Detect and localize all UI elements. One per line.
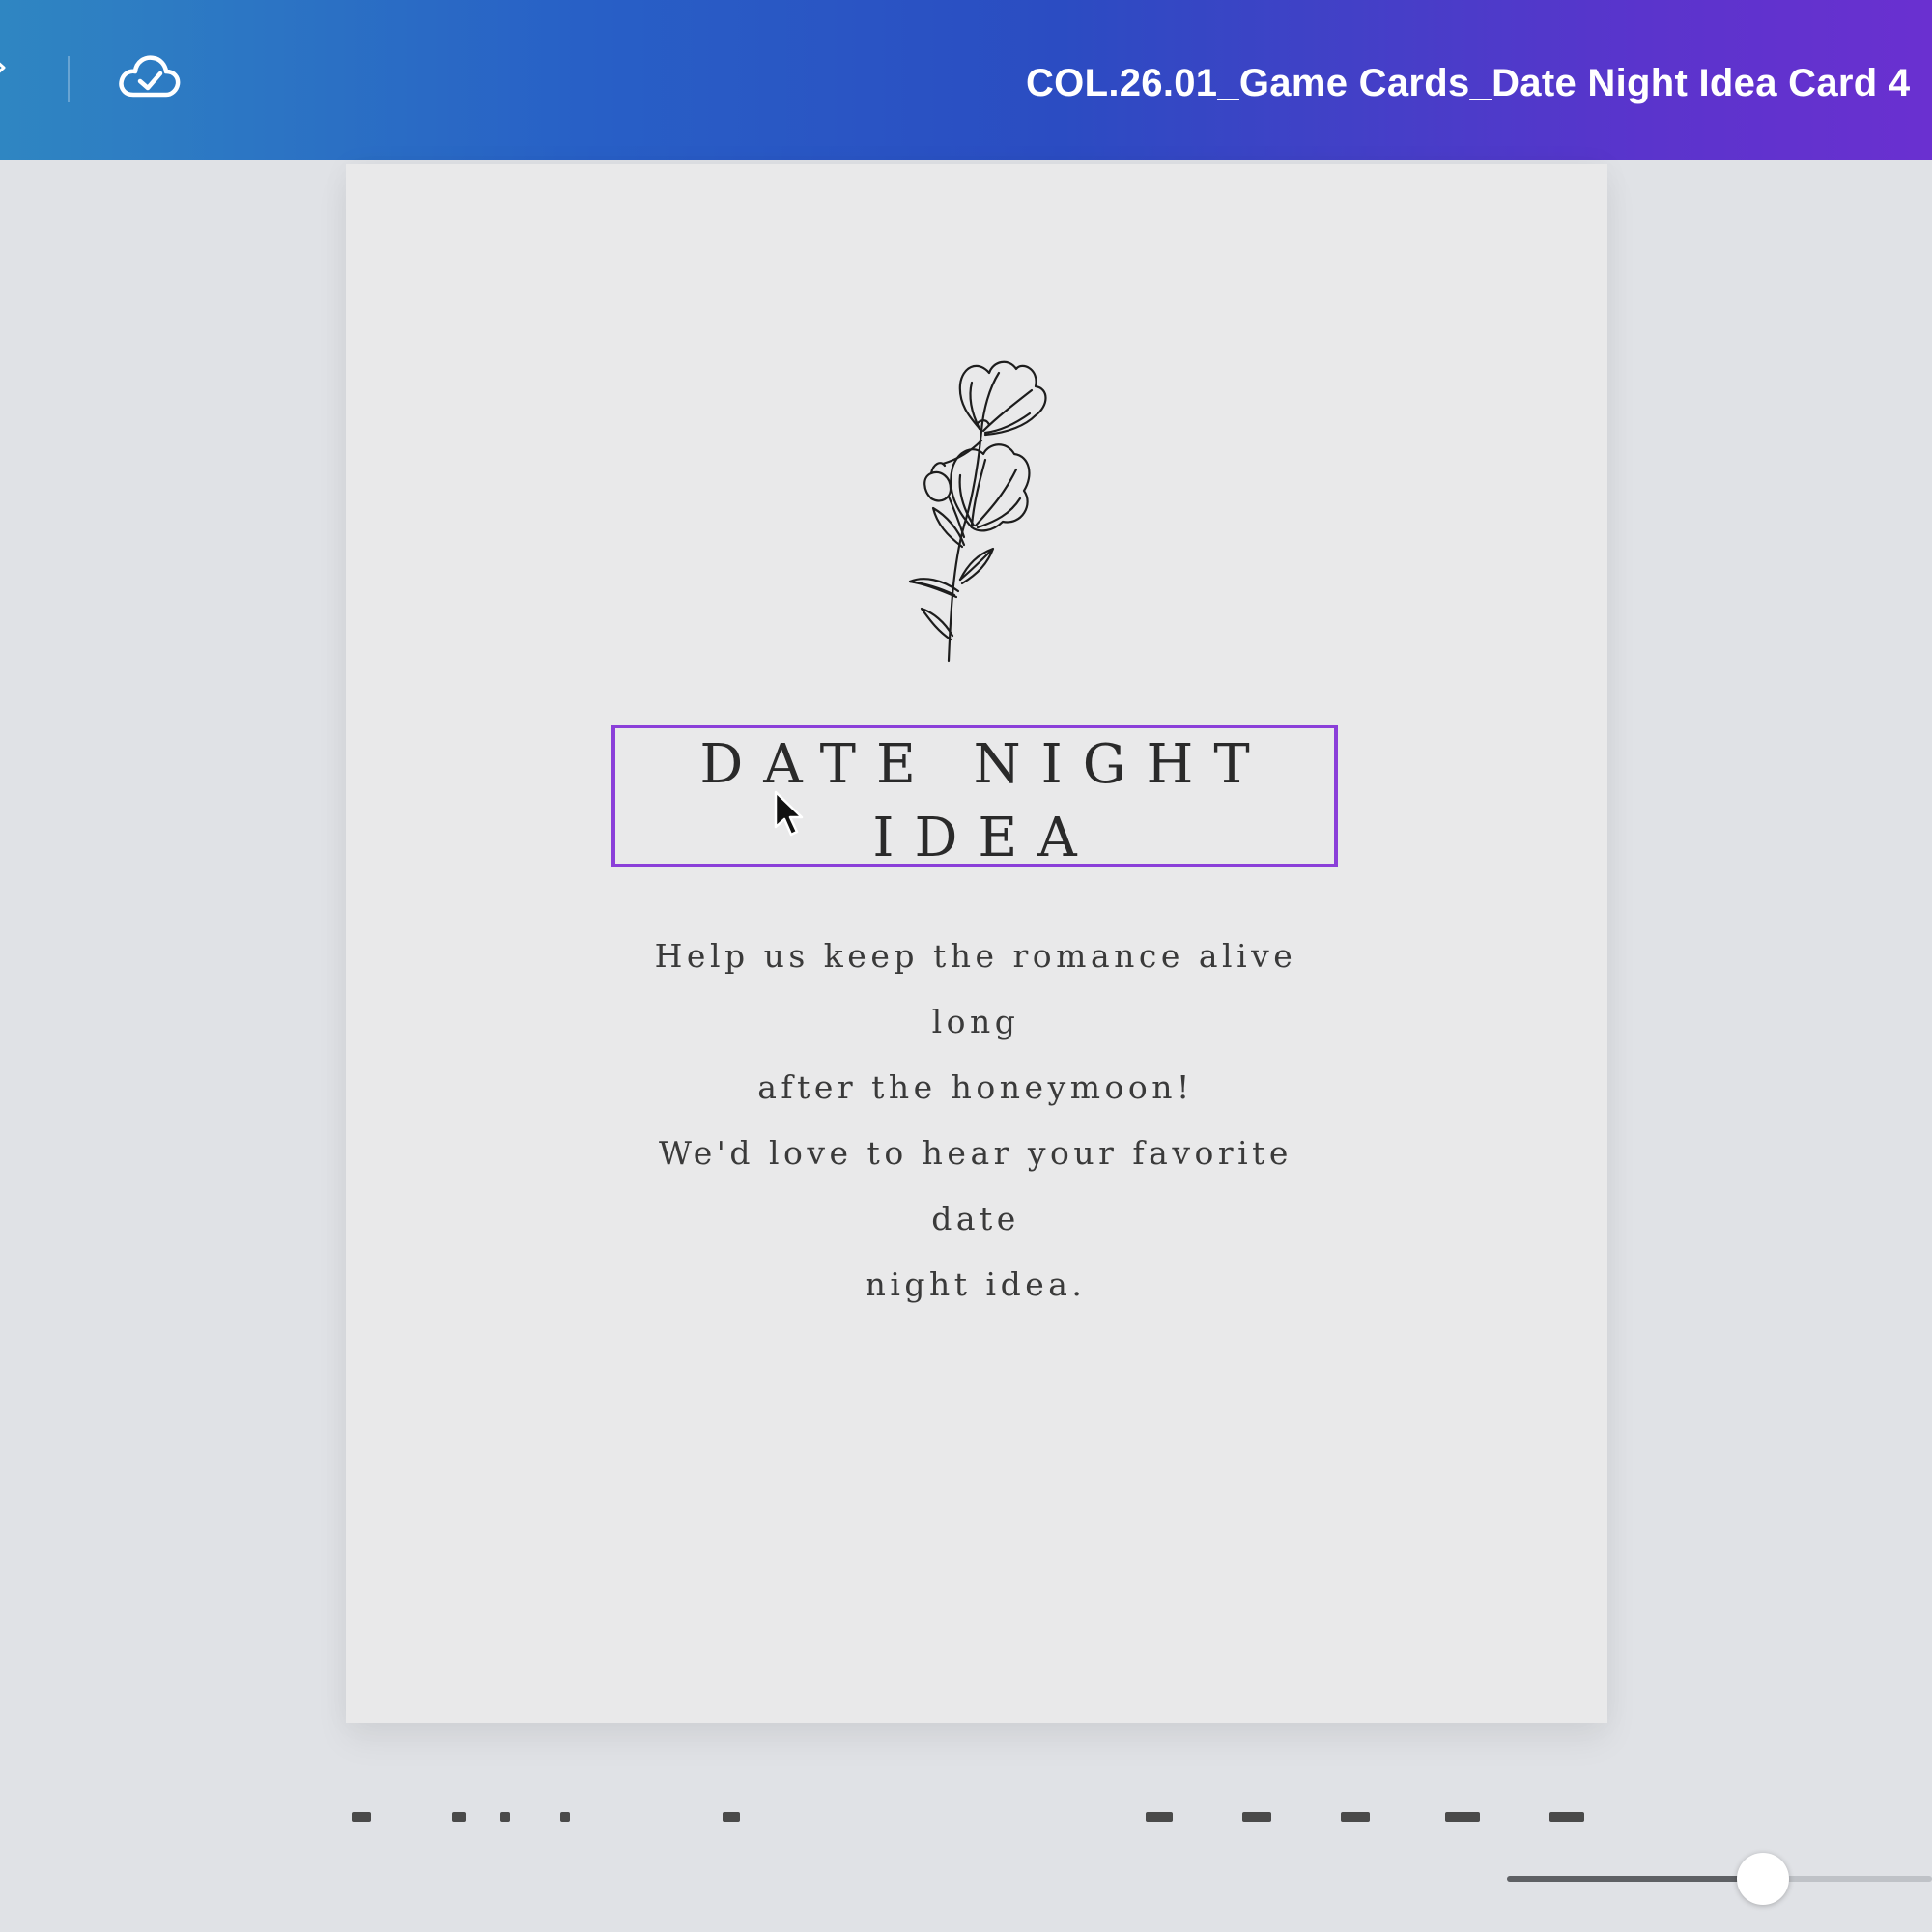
top-toolbar: COL.26.01_Game Cards_Date Night Idea Car…	[0, 0, 1932, 160]
page-tool-fragment	[560, 1812, 570, 1822]
title-line-2: IDEA	[872, 807, 1097, 869]
add-page-icon[interactable]	[1549, 1812, 1584, 1822]
paragraph-1-line-2: after the honeymoon!	[757, 1068, 1194, 1106]
flower-illustration-icon	[908, 360, 1047, 663]
mouse-cursor-icon	[774, 790, 804, 837]
delete-icon[interactable]	[1445, 1812, 1480, 1822]
card-title: DATE NIGHT IDEA	[615, 728, 1334, 875]
paragraph-1-line-1: Help us keep the romance alive long	[654, 937, 1297, 1040]
page-tool-fragment	[723, 1812, 740, 1822]
chevron-right-icon[interactable]	[0, 58, 12, 77]
paragraph-2-line-1: We'd love to hear your favorite date	[659, 1134, 1293, 1237]
toolbar-divider	[68, 56, 70, 102]
link-icon[interactable]	[1242, 1812, 1271, 1822]
document-title[interactable]: COL.26.01_Game Cards_Date Night Idea Car…	[1026, 54, 1932, 112]
page-tool-fragment	[352, 1812, 371, 1822]
page-tools-row	[346, 1803, 1607, 1822]
lock-icon[interactable]	[1146, 1812, 1173, 1822]
title-line-1: DATE NIGHT	[699, 733, 1270, 796]
page-tool-fragment	[452, 1812, 466, 1822]
zoom-slider-fill	[1507, 1876, 1762, 1882]
paragraph-2-line-2: night idea.	[865, 1265, 1087, 1303]
page-tool-fragment	[500, 1812, 510, 1822]
zoom-slider-thumb[interactable]	[1737, 1853, 1789, 1905]
cloud-check-icon[interactable]	[116, 50, 184, 104]
card-paragraph-1[interactable]: Help us keep the romance alive long afte…	[618, 923, 1333, 1121]
card-paragraph-2[interactable]: We'd love to hear your favorite date nig…	[618, 1121, 1333, 1318]
duplicate-icon[interactable]	[1341, 1812, 1370, 1822]
selected-title-textbox[interactable]: DATE NIGHT IDEA	[611, 724, 1338, 869]
